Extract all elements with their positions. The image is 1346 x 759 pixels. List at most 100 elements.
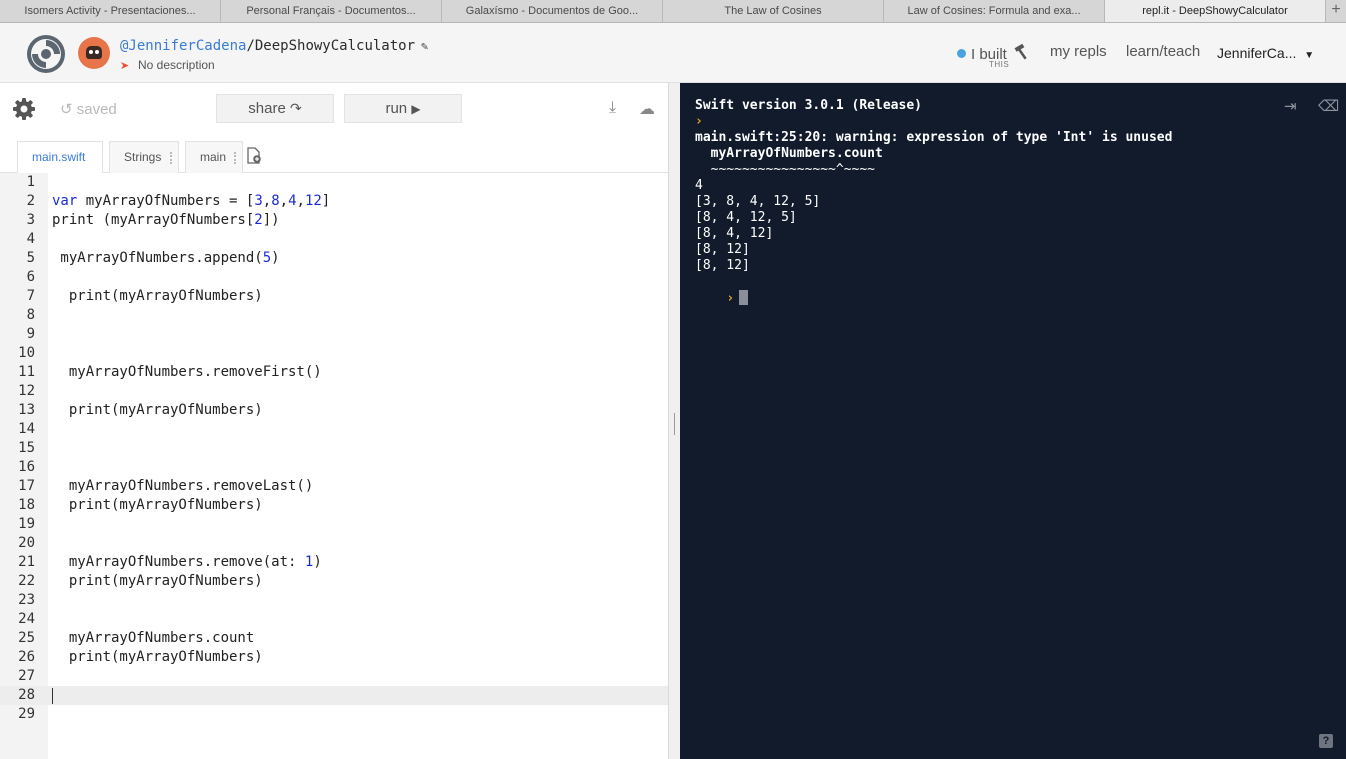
code-line[interactable]: 7 print(myArrayOfNumbers)	[0, 287, 668, 306]
code-line[interactable]: 10	[0, 344, 668, 363]
avatar-face	[86, 46, 102, 59]
code-line[interactable]: 12	[0, 382, 668, 401]
code-line[interactable]: 1	[0, 173, 668, 192]
save-status: ↺ saved	[60, 100, 117, 118]
new-tab-button[interactable]: +	[1326, 0, 1346, 22]
code-line[interactable]: 28	[0, 686, 668, 705]
code-line[interactable]: 4	[0, 230, 668, 249]
ibuilt-sublabel: THIS	[989, 60, 1010, 69]
browser-tab[interactable]: Isomers Activity - Presentaciones...	[0, 0, 221, 22]
status-dot-icon	[957, 49, 966, 58]
hammer-icon	[1014, 43, 1027, 60]
line-number: 14	[18, 421, 35, 437]
code-line[interactable]: 16	[0, 458, 668, 477]
code-line[interactable]: 2 var myArrayOfNumbers = [3,8,4,12]	[0, 192, 668, 211]
file-tabs: main.swift Strings main	[0, 133, 668, 174]
code-line[interactable]: 26 print(myArrayOfNumbers)	[0, 648, 668, 667]
code-text: print (myArrayOfNumbers[2])	[52, 212, 280, 228]
line-number: 9	[26, 326, 35, 342]
replit-logo-icon[interactable]	[26, 34, 66, 74]
code-line[interactable]: 9	[0, 325, 668, 344]
run-button[interactable]: run ▶	[344, 94, 462, 123]
code-line[interactable]: 5 myArrayOfNumbers.append(5)	[0, 249, 668, 268]
nav-learn-teach[interactable]: learn/teach	[1126, 43, 1200, 60]
console-pane[interactable]: Swift version 3.0.1 (Release) › main.swi…	[680, 83, 1346, 759]
console-prompt-icon: ›	[726, 291, 735, 306]
line-number: 24	[18, 611, 35, 627]
code-line[interactable]: 13 print(myArrayOfNumbers)	[0, 401, 668, 420]
browser-tab[interactable]: Law of Cosines: Formula and exa...	[884, 0, 1105, 22]
gear-icon[interactable]	[12, 97, 36, 121]
download-icon[interactable]: ⤓	[609, 99, 616, 117]
code-line[interactable]: 25 myArrayOfNumbers.count	[0, 629, 668, 648]
code-line[interactable]: 15	[0, 439, 668, 458]
code-line[interactable]: 8	[0, 306, 668, 325]
line-number: 7	[26, 288, 35, 304]
user-avatar[interactable]	[78, 37, 110, 69]
console-output-line: [3, 8, 4, 12, 5]	[695, 194, 821, 209]
run-label: run	[385, 100, 408, 117]
history-icon[interactable]: ↺	[60, 101, 73, 118]
console-output-line: [8, 12]	[695, 242, 750, 257]
line-number: 27	[18, 668, 35, 684]
code-line[interactable]: 23	[0, 591, 668, 610]
user-menu[interactable]: JenniferCa... ▼	[1217, 45, 1314, 61]
exit-console-icon[interactable]: ⇥	[1284, 97, 1297, 115]
console-warning: main.swift:25:20: warning: expression of…	[695, 130, 1173, 145]
code-editor[interactable]: 1 2 var myArrayOfNumbers = [3,8,4,12] 3 prin…	[0, 173, 668, 759]
browser-tab[interactable]: Personal Français - Documentos...	[221, 0, 442, 22]
code-line[interactable]: 11 myArrayOfNumbers.removeFirst()	[0, 363, 668, 382]
play-icon: ▶	[411, 102, 421, 116]
line-number: 25	[18, 630, 35, 646]
clear-console-icon[interactable]: ⌫	[1318, 97, 1339, 115]
line-number: 28	[18, 687, 35, 703]
code-line[interactable]: 22 print(myArrayOfNumbers)	[0, 572, 668, 591]
code-text: myArrayOfNumbers.removeLast()	[52, 478, 314, 494]
browser-tab[interactable]: Galaxísmo - Documentos de Goo...	[442, 0, 663, 22]
code-text: print(myArrayOfNumbers)	[52, 573, 263, 589]
console-input-line[interactable]: ›	[695, 274, 749, 323]
description-text[interactable]: No description	[138, 58, 215, 72]
line-number: 22	[18, 573, 35, 589]
repl-name[interactable]: DeepShowyCalculator	[255, 38, 415, 54]
saved-label: saved	[76, 101, 117, 118]
editor-toolbar: ↺ saved share ↷ run ▶ ⤓ ☁	[0, 83, 668, 133]
code-line[interactable]: 27	[0, 667, 668, 686]
repl-owner-link[interactable]: @JenniferCadena	[120, 38, 246, 54]
code-line[interactable]: 24	[0, 610, 668, 629]
share-button[interactable]: share ↷	[216, 94, 334, 123]
line-number: 6	[26, 269, 35, 285]
line-number: 20	[18, 535, 35, 551]
new-file-icon[interactable]	[247, 147, 261, 164]
code-line[interactable]: 29	[0, 705, 668, 724]
code-line[interactable]: 17 myArrayOfNumbers.removeLast()	[0, 477, 668, 496]
code-line[interactable]: 14	[0, 420, 668, 439]
swift-icon: ➤	[120, 60, 130, 72]
title-separator: /	[246, 38, 255, 54]
code-line[interactable]: 6	[0, 268, 668, 287]
code-line[interactable]: 18 print(myArrayOfNumbers)	[0, 496, 668, 515]
help-button[interactable]: ?	[1319, 734, 1333, 748]
code-line[interactable]: 3 print (myArrayOfNumbers[2])	[0, 211, 668, 230]
console-warning-marker: ~~~~~~~~~~~~~~~~^~~~~	[695, 162, 876, 177]
console-output-line: [8, 12]	[695, 258, 750, 273]
tab-strings[interactable]: Strings	[109, 141, 179, 173]
splitter-handle-icon[interactable]	[674, 413, 675, 435]
pencil-icon[interactable]: ✎	[421, 39, 428, 53]
drag-handle-icon[interactable]	[170, 152, 173, 164]
code-line[interactable]: 19	[0, 515, 668, 534]
nav-my-repls[interactable]: my repls	[1050, 43, 1107, 60]
cloud-upload-icon[interactable]: ☁	[639, 99, 655, 119]
code-line[interactable]: 21 myArrayOfNumbers.remove(at: 1)	[0, 553, 668, 572]
browser-tab[interactable]: The Law of Cosines	[663, 0, 884, 22]
browser-tab-active[interactable]: repl.it - DeepShowyCalculator	[1105, 0, 1326, 22]
code-line[interactable]: 20	[0, 534, 668, 553]
pane-splitter[interactable]	[668, 83, 680, 759]
line-number: 4	[26, 231, 35, 247]
tab-main-swift[interactable]: main.swift	[17, 141, 103, 174]
repl-description: ➤ No description	[120, 58, 215, 72]
line-number: 17	[18, 478, 35, 494]
line-number: 16	[18, 459, 35, 475]
tab-main[interactable]: main	[185, 141, 243, 173]
drag-handle-icon[interactable]	[234, 152, 237, 164]
